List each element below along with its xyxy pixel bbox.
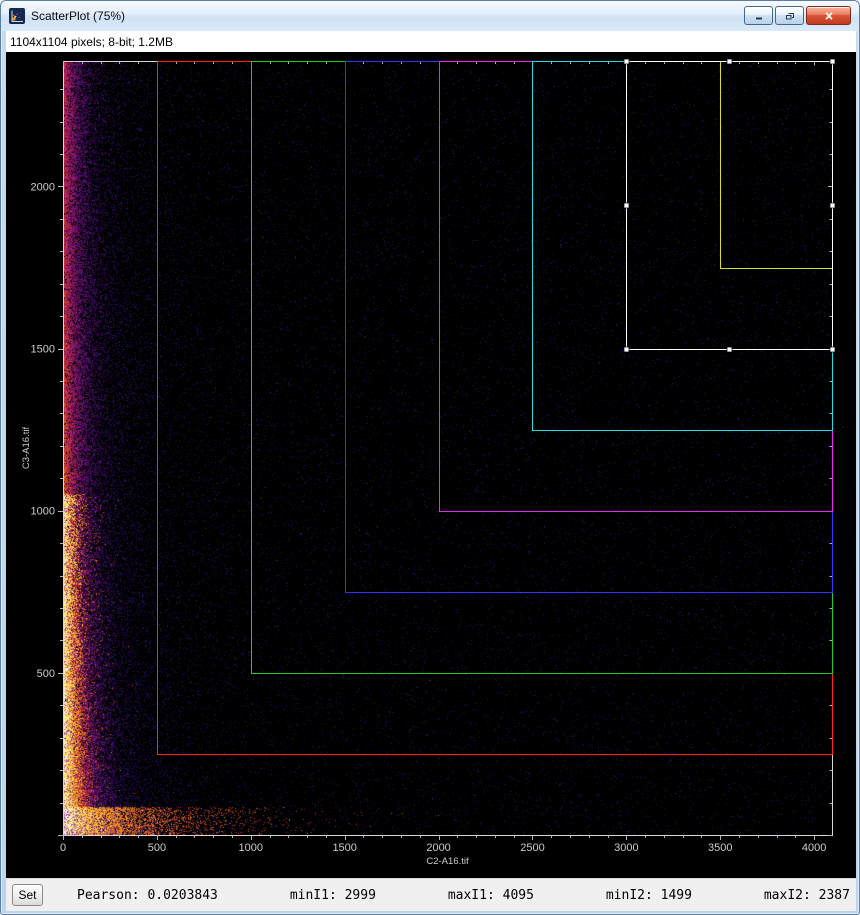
restore-icon (784, 11, 796, 21)
active-roi-rect[interactable] (627, 62, 833, 350)
window-title: ScatterPlot (75%) (31, 9, 125, 23)
active-roi-handle[interactable] (624, 347, 629, 352)
stat-max-i2: maxI2: 2387 (764, 888, 850, 903)
x-tick-label: 3500 (708, 842, 732, 854)
active-roi-handle[interactable] (624, 59, 629, 64)
roi-rect-cyan (533, 62, 833, 431)
stat-min-i1: minI1: 2999 (290, 888, 376, 903)
active-roi-handle[interactable] (830, 347, 835, 352)
window-controls (744, 6, 851, 25)
roi-rect-magenta (440, 62, 833, 512)
y-tick-label: 1000 (31, 506, 55, 518)
plot-overlay: 0 500 1000 1500 2000 2500 3000 3500 4000 500 1000 1… (6, 52, 856, 878)
x-tick-label: 1000 (239, 842, 263, 854)
stat-min-i2: minI2: 1499 (606, 888, 692, 903)
app-icon (9, 8, 25, 24)
roi-rect-red (158, 62, 833, 755)
active-roi-handle[interactable] (830, 59, 835, 64)
status-stats: Pearson: 0.0203843 minI1: 2999 maxI1: 40… (77, 888, 850, 903)
x-axis-title: C2-A16.tif (426, 856, 469, 867)
restore-button[interactable] (775, 6, 804, 25)
set-button[interactable]: Set (12, 884, 43, 906)
x-tick-label: 2000 (426, 842, 450, 854)
roi-rect-yellow (721, 62, 833, 269)
plot-frame (64, 62, 833, 836)
minimize-icon (753, 11, 765, 21)
image-canvas-area: 0 500 1000 1500 2000 2500 3000 3500 4000 500 1000 1… (6, 52, 856, 878)
active-roi-handle[interactable] (624, 203, 629, 208)
image-info-bar: 1104x1104 pixels; 8-bit; 1.2MB (6, 31, 856, 52)
active-roi-handle[interactable] (727, 59, 732, 64)
close-button[interactable] (806, 6, 851, 25)
x-tick-label: 3000 (614, 842, 638, 854)
y-axis-title: C3-A16.tif (21, 427, 32, 470)
x-tick-label: 2500 (520, 842, 544, 854)
x-tick-label: 500 (148, 842, 166, 854)
active-roi[interactable] (624, 59, 835, 352)
axis-ticks (58, 62, 832, 841)
x-tick-label: 4000 (802, 842, 826, 854)
y-tick-label: 500 (37, 668, 55, 680)
y-tick-label: 1500 (31, 344, 55, 356)
client-area: 1104x1104 pixels; 8-bit; 1.2MB 0 500 1000 1… (6, 31, 856, 878)
roi-rect-blue (346, 62, 833, 593)
close-icon (823, 11, 835, 21)
minimize-button[interactable] (744, 6, 773, 25)
active-roi-handle[interactable] (830, 203, 835, 208)
y-tick-label: 2000 (31, 181, 55, 193)
status-bar: Set Pearson: 0.0203843 minI1: 2999 maxI1… (6, 878, 856, 911)
stat-max-i1: maxI1: 4095 (448, 888, 534, 903)
roi-rect-green (252, 62, 833, 674)
scatterplot-window: ScatterPlot (75%) 1104x1104 pixels; 8-b (0, 0, 860, 915)
title-bar[interactable]: ScatterPlot (75%) (1, 1, 859, 31)
x-tick-label: 1500 (332, 842, 356, 854)
active-roi-handle[interactable] (727, 347, 732, 352)
x-tick-label: 0 (60, 842, 66, 854)
stat-pearson: Pearson: 0.0203843 (77, 888, 218, 903)
